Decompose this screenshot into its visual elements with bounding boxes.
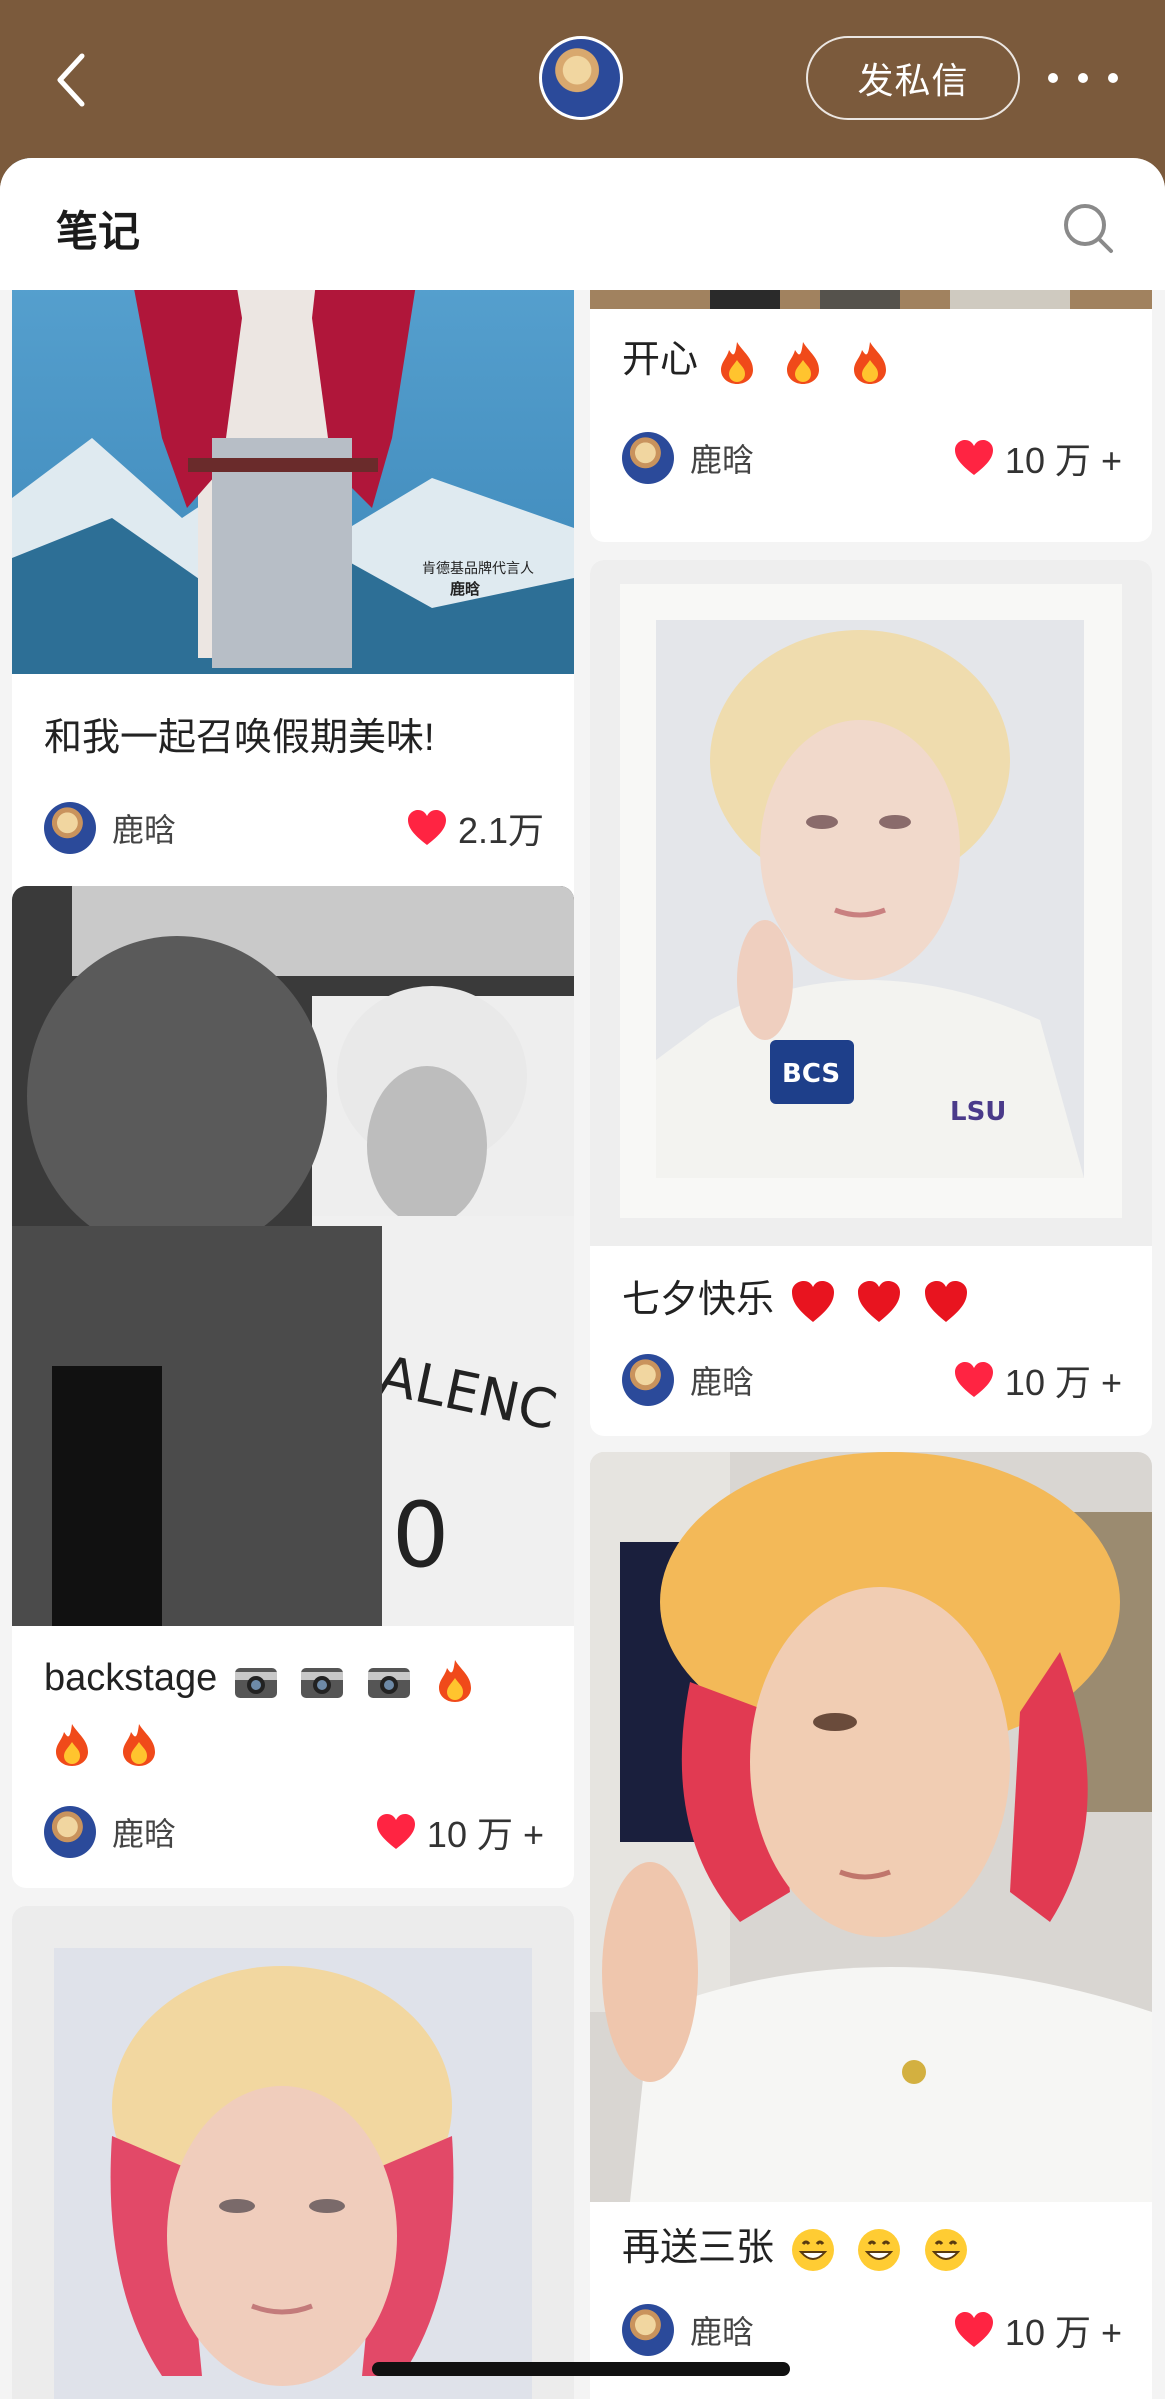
profile-avatar[interactable] xyxy=(539,36,623,120)
note-meta: 鹿晗 10 万 + xyxy=(622,430,1122,486)
sheet-header: 笔记 xyxy=(0,158,1165,290)
note-title: 开心 xyxy=(622,328,1124,392)
author-name[interactable]: 鹿晗 xyxy=(690,1357,953,1403)
like-count: 10 万 + xyxy=(1004,1362,1122,1403)
like-count: 2.1万 xyxy=(457,810,544,851)
note-photo xyxy=(590,1452,1152,2202)
search-icon[interactable] xyxy=(1060,200,1116,256)
camera-emoji xyxy=(301,1667,344,1698)
heart-icon[interactable] xyxy=(375,1813,417,1851)
fire-emoji xyxy=(56,1723,88,1766)
note-meta: 鹿晗 10 万 + xyxy=(622,2302,1122,2358)
fire-emoji xyxy=(122,1723,155,1766)
fire-emoji xyxy=(720,341,753,384)
avatar[interactable] xyxy=(44,802,96,854)
like-count: 10 万 + xyxy=(1004,440,1122,481)
more-dots-icon[interactable] xyxy=(1048,56,1118,100)
note-card[interactable] xyxy=(12,1906,574,2399)
note-photo: BCS LSU xyxy=(590,560,1152,1246)
avatar[interactable] xyxy=(622,432,674,484)
note-title: backstage xyxy=(44,1646,546,1774)
notes-sheet: 笔记 K xyxy=(0,158,1165,2399)
note-title: 七夕快乐 xyxy=(622,1268,1124,1332)
heart-emoji xyxy=(791,1280,834,1322)
author-name[interactable]: 鹿晗 xyxy=(112,805,406,851)
back-button[interactable] xyxy=(44,44,100,116)
author-name[interactable]: 鹿晗 xyxy=(690,435,953,481)
note-card[interactable]: BCS LSU 七夕快乐 鹿晗 10 万 + xyxy=(590,560,1152,1436)
svg-text:LSU: LSU xyxy=(950,1097,1006,1127)
avatar[interactable] xyxy=(44,1806,96,1858)
chevron-left-icon xyxy=(57,53,85,107)
author-name[interactable]: 鹿晗 xyxy=(112,1809,375,1855)
avatar[interactable] xyxy=(622,1354,674,1406)
note-meta: 鹿晗 10 万 + xyxy=(44,1804,544,1860)
heart-icon[interactable] xyxy=(406,809,448,847)
fire-emoji xyxy=(853,341,886,384)
grin-emoji xyxy=(924,2228,967,2271)
note-photo: BALENC 0 xyxy=(12,886,574,1626)
top-bar: 发私信 xyxy=(0,0,1165,160)
author-name[interactable]: 鹿晗 xyxy=(690,2307,953,2353)
like-count: 10 万 + xyxy=(1004,2312,1122,2353)
note-card[interactable]: BALENC 0 backstage 鹿晗 10 万 + xyxy=(12,886,574,1888)
camera-emoji xyxy=(234,1667,277,1698)
home-indicator[interactable] xyxy=(372,2362,790,2376)
fire-emoji xyxy=(439,1659,472,1702)
note-card[interactable]: 再送三张 鹿晗 10 万 + xyxy=(590,1452,1152,2399)
note-meta: 鹿晗 2.1万 xyxy=(44,800,544,856)
heart-emoji xyxy=(924,1280,967,1322)
like-count: 10 万 + xyxy=(426,1814,544,1855)
note-meta: 鹿晗 10 万 + xyxy=(622,1352,1122,1408)
ad-name: 鹿晗 xyxy=(450,581,481,598)
ad-caption: 肯德基品牌代言人 xyxy=(422,560,534,576)
svg-text:BCS: BCS xyxy=(782,1059,840,1089)
grin-emoji xyxy=(791,2228,834,2271)
heart-icon[interactable] xyxy=(953,2311,995,2349)
heart-icon[interactable] xyxy=(953,1361,995,1399)
heart-icon[interactable] xyxy=(953,439,995,477)
send-message-button[interactable]: 发私信 xyxy=(806,36,1020,120)
note-title: 再送三张 xyxy=(622,2216,1124,2280)
note-photo xyxy=(12,1906,574,2399)
section-title: 笔记 xyxy=(56,208,141,255)
grin-emoji xyxy=(858,2228,901,2271)
svg-text:0: 0 xyxy=(392,1483,449,1588)
fire-emoji xyxy=(787,341,820,384)
note-title: 和我一起召唤假期美味! xyxy=(44,717,435,759)
avatar[interactable] xyxy=(622,2304,674,2356)
heart-emoji xyxy=(858,1280,901,1322)
camera-emoji xyxy=(367,1667,410,1698)
